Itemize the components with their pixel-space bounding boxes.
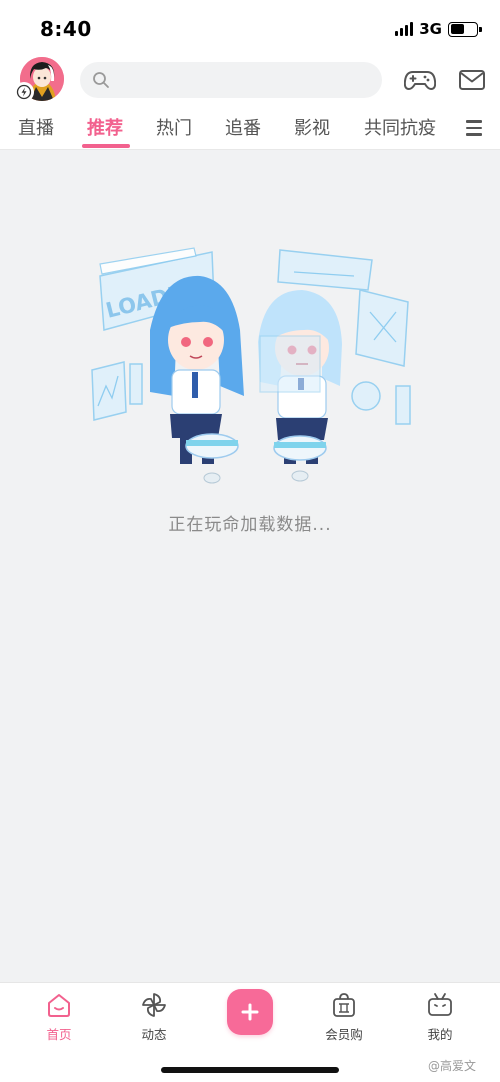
home-indicator[interactable] xyxy=(161,1067,339,1073)
watermark: @高爱文 xyxy=(428,1059,477,1073)
pinwheel-icon xyxy=(142,993,166,1017)
nav-home[interactable]: 首页 xyxy=(24,991,94,1047)
shopping-bag-icon xyxy=(333,993,355,1017)
home-icon xyxy=(48,994,70,1017)
tab-fight-epidemic[interactable]: 共同抗疫 xyxy=(364,114,436,140)
battery-icon xyxy=(448,21,482,37)
nav-dynamic-label: 动态 xyxy=(141,1027,167,1042)
category-tabs: 直播 推荐 热门 追番 影视 共同抗疫 xyxy=(0,106,500,150)
tab-anime[interactable]: 追番 xyxy=(225,114,261,140)
tv-icon xyxy=(428,993,452,1016)
loading-illustration: LOADING xyxy=(91,247,411,484)
bolt-badge-icon xyxy=(14,82,34,102)
tab-live[interactable]: 直播 xyxy=(18,114,54,140)
tab-recommended[interactable]: 推荐 xyxy=(87,114,123,140)
status-icons: 3G xyxy=(395,19,482,39)
network-type: 3G xyxy=(419,20,442,38)
top-header xyxy=(0,54,500,106)
search-bar[interactable] xyxy=(80,62,382,98)
plus-icon xyxy=(241,1003,259,1021)
nav-member-shop-label: 会员购 xyxy=(325,1027,363,1042)
status-time: 8:40 xyxy=(40,17,92,41)
bottom-nav: 首页 动态 会员购 我的 @高爱文 xyxy=(0,982,500,1082)
tab-movies[interactable]: 影视 xyxy=(294,114,330,140)
nav-profile[interactable]: 我的 xyxy=(405,991,475,1047)
battery-fill xyxy=(450,24,465,34)
tab-popular[interactable]: 热门 xyxy=(156,114,192,140)
mail-icon[interactable] xyxy=(458,68,486,92)
status-bar: 8:40 3G xyxy=(0,0,500,54)
main-content: LOADING 正在玩命加载数据... xyxy=(0,150,500,982)
active-tab-indicator xyxy=(82,144,130,148)
nav-member-shop[interactable]: 会员购 xyxy=(309,991,379,1047)
signal-icon xyxy=(395,22,414,36)
gamepad-icon[interactable] xyxy=(404,67,436,93)
nav-profile-label: 我的 xyxy=(427,1027,453,1042)
publish-button[interactable] xyxy=(227,989,273,1035)
menu-icon[interactable] xyxy=(466,120,484,136)
nav-dynamic[interactable]: 动态 xyxy=(119,991,189,1047)
nav-home-label: 首页 xyxy=(46,1027,72,1042)
search-icon xyxy=(93,72,109,88)
loading-message: 正在玩命加载数据... xyxy=(168,515,332,535)
